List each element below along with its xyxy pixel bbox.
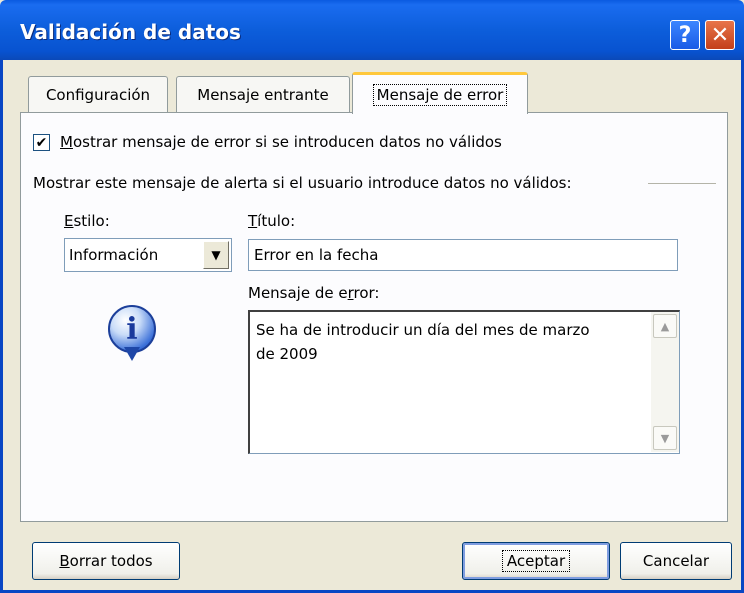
tab-configuracion[interactable]: Configuración	[28, 76, 168, 112]
cancel-button[interactable]: Cancelar	[620, 542, 732, 580]
help-button[interactable]: ?	[670, 20, 700, 50]
dropdown-arrow-icon[interactable]: ▼	[203, 241, 229, 269]
style-select[interactable]: Información ▼	[64, 238, 232, 272]
show-error-label[interactable]: Mostrar mensaje de error si se introduce…	[60, 133, 502, 151]
ok-button[interactable]: Aceptar	[462, 542, 610, 580]
close-icon: ✕	[710, 22, 730, 48]
tab-label: Mensaje entrante	[197, 85, 329, 104]
scroll-down-icon[interactable]: ▼	[653, 426, 677, 450]
vertical-scrollbar[interactable]: ▲ ▼	[651, 312, 679, 452]
error-message-textarea[interactable]: Se ha de introducir un día del mes de ma…	[248, 310, 680, 454]
alert-caption: Mostrar este mensaje de alerta si el usu…	[33, 174, 572, 192]
tab-label: Mensaje de error	[372, 83, 508, 106]
scroll-up-icon[interactable]: ▲	[653, 314, 677, 338]
title-input[interactable]: Error en la fecha	[248, 239, 678, 271]
information-icon: i	[108, 305, 156, 361]
title-label: Título:	[248, 212, 296, 230]
tab-mensaje-entrante[interactable]: Mensaje entrante	[176, 76, 350, 112]
separator-line	[648, 183, 716, 184]
style-label: Estilo:	[64, 212, 110, 230]
show-error-checkbox[interactable]: ✔	[33, 134, 50, 151]
checkmark-icon: ✔	[35, 134, 48, 151]
window-title: Validación de datos	[20, 20, 241, 44]
clear-all-button[interactable]: Borrar todos	[32, 542, 180, 580]
title-bar[interactable]: Validación de datos ? ✕	[0, 0, 744, 60]
tab-label: Configuración	[45, 85, 151, 104]
message-label: Mensaje de error:	[248, 284, 380, 302]
question-mark-icon: ?	[678, 22, 692, 48]
close-button[interactable]: ✕	[705, 20, 735, 50]
style-select-value: Información	[69, 246, 159, 264]
error-message-text: Se ha de introducir un día del mes de ma…	[256, 321, 590, 363]
tab-mensaje-de-error[interactable]: Mensaje de error	[352, 72, 528, 114]
